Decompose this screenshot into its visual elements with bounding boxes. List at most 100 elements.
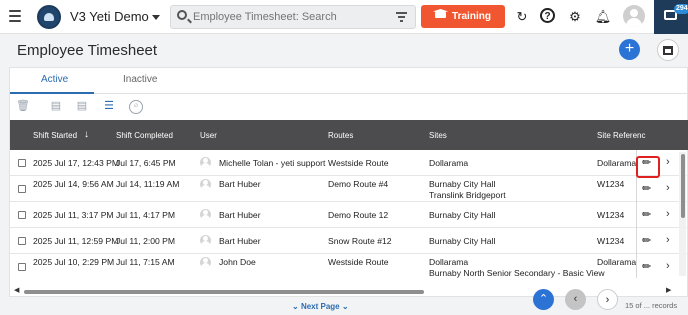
table-row[interactable]: 2025 Jul 10, 2:29 PM Jul 11, 7:15 AM Joh… — [10, 254, 688, 280]
next-page-button[interactable]: › — [597, 289, 618, 310]
timesheet-panel: Active Inactive 🗑︎ ▤ ▤ ☰ ∅ Shift Started… — [9, 67, 688, 297]
col-user[interactable]: User — [200, 131, 217, 140]
shift-started: 2025 Jul 11, 3:17 PM — [33, 210, 114, 220]
list-view-icon[interactable]: ☰ — [103, 100, 115, 113]
site-reference: W1234 — [597, 179, 625, 189]
site-reference: W1234 — [597, 210, 625, 220]
route: Demo Route 12 — [328, 210, 389, 220]
row-checkbox[interactable] — [18, 263, 26, 271]
document-settings-icon[interactable]: ▤ — [76, 100, 88, 113]
search-bar — [170, 5, 416, 29]
shift-started: 2025 Jul 14, 9:56 AM — [33, 179, 114, 189]
sort-arrow-down-icon[interactable]: ↓ — [84, 129, 89, 140]
top-bar: V3 Yeti Demo Training ↻ ? ⚙ 🔔︎ 294 — [0, 0, 688, 34]
pencil-icon[interactable]: ✏︎ — [642, 208, 651, 221]
avatar[interactable] — [623, 5, 645, 27]
site: Burnaby City Hall — [429, 210, 496, 220]
col-sites[interactable]: Sites — [429, 131, 447, 140]
pencil-icon[interactable]: ✏︎ — [642, 234, 651, 247]
training-label: Training — [452, 11, 491, 22]
shift-started: 2025 Jul 10, 2:29 PM — [33, 257, 115, 267]
menu-icon[interactable] — [9, 10, 21, 22]
filter-icon[interactable] — [396, 12, 407, 22]
search-input[interactable] — [193, 9, 389, 25]
previous-page-button[interactable]: ‹ — [565, 289, 586, 310]
table-row[interactable]: 2025 Jul 11, 12:59 PM Jul 11, 2:00 PM Ba… — [10, 228, 688, 254]
pencil-icon[interactable]: ✏︎ — [642, 260, 651, 273]
user-name: Bart Huber — [219, 210, 261, 220]
user-avatar-icon — [200, 235, 211, 246]
col-shift-completed[interactable]: Shift Completed — [116, 131, 173, 140]
user-name: Michelle Tolan - yeti support — [219, 158, 326, 168]
table-row[interactable]: 2025 Jul 14, 9:56 AM Jul 14, 11:19 AM Ba… — [10, 176, 688, 202]
training-button[interactable]: Training — [421, 5, 505, 28]
scroll-right-icon[interactable]: ▶ — [666, 286, 671, 294]
shift-started: 2025 Jul 17, 12:43 PM — [33, 158, 119, 168]
user-avatar-icon — [200, 257, 211, 268]
records-count: 15 of ... records — [625, 301, 678, 310]
site: Dollarama — [429, 158, 469, 168]
row-checkbox[interactable] — [18, 185, 26, 193]
tab-inactive[interactable]: Inactive — [123, 74, 157, 85]
route: Westside Route — [328, 158, 389, 168]
vertical-scrollbar-thumb[interactable] — [681, 154, 685, 218]
table-row[interactable]: 2025 Jul 11, 3:17 PM Jul 11, 4:17 PM Bar… — [10, 202, 688, 228]
help-icon[interactable]: ? — [540, 8, 555, 23]
shift-completed: Jul 11, 7:15 AM — [116, 257, 175, 267]
messages-button[interactable]: 294 — [654, 0, 688, 34]
edit-highlight-box — [636, 156, 660, 178]
shift-completed: Jul 14, 11:19 AM — [116, 179, 180, 189]
page-title: Employee Timesheet — [17, 42, 158, 59]
chevron-right-icon[interactable]: › — [666, 234, 670, 246]
scroll-left-icon[interactable]: ◀ — [14, 286, 19, 294]
visibility-off-icon[interactable]: ∅ — [129, 100, 143, 114]
chevron-right-icon[interactable]: › — [666, 156, 670, 168]
site-reference: Dollarama — [597, 158, 637, 168]
horizontal-scrollbar-thumb[interactable] — [24, 290, 424, 294]
row-checkbox[interactable] — [18, 211, 26, 219]
col-routes[interactable]: Routes — [328, 131, 353, 140]
calendar-icon — [663, 46, 673, 55]
next-page-link[interactable]: ⌄ Next Page ⌄ — [292, 302, 349, 311]
tab-bar: Active Inactive — [10, 68, 688, 94]
user-avatar-icon — [200, 179, 211, 190]
table-header: Shift Started ↓ Shift Completed User Rou… — [10, 120, 688, 150]
site-reference: Dollarama — [597, 257, 637, 267]
messages-badge: 294 — [674, 4, 688, 14]
route: Snow Route #12 — [328, 236, 392, 246]
pencil-icon[interactable]: ✏︎ — [642, 182, 651, 195]
chevron-right-icon[interactable]: › — [666, 260, 670, 272]
user-avatar-icon — [200, 209, 211, 220]
col-shift-started[interactable]: Shift Started — [33, 131, 77, 140]
shift-completed: Jul 11, 2:00 PM — [116, 236, 176, 246]
add-document-icon[interactable]: ▤ — [50, 100, 62, 113]
app-logo-icon[interactable] — [37, 5, 61, 29]
row-checkbox[interactable] — [18, 159, 26, 167]
user-name: John Doe — [219, 257, 256, 267]
shift-started: 2025 Jul 11, 12:59 PM — [33, 236, 119, 246]
add-button[interactable]: + — [619, 39, 640, 60]
gear-icon[interactable]: ⚙ — [566, 8, 584, 26]
chevron-right-icon[interactable]: › — [666, 182, 670, 194]
scroll-top-button[interactable]: ⌃ — [533, 289, 554, 310]
app-title[interactable]: V3 Yeti Demo — [70, 9, 149, 24]
chevron-down-icon[interactable] — [152, 15, 160, 20]
graduation-cap-icon — [435, 12, 447, 18]
col-site-reference[interactable]: Site Referenc — [597, 131, 645, 140]
calendar-button[interactable] — [657, 39, 679, 61]
tab-active[interactable]: Active — [41, 74, 68, 85]
next-page-label: Next Page — [300, 302, 340, 311]
site: Burnaby North Senior Secondary - Basic V… — [429, 268, 605, 278]
row-checkbox[interactable] — [18, 237, 26, 245]
refresh-icon[interactable]: ↻ — [513, 8, 531, 26]
chevron-right-icon[interactable]: › — [666, 208, 670, 220]
site: Burnaby City Hall — [429, 236, 496, 246]
bell-icon[interactable]: 🔔︎ — [594, 8, 612, 26]
shift-completed: Jul 11, 4:17 PM — [116, 210, 176, 220]
toolbar: 🗑︎ ▤ ▤ ☰ ∅ — [10, 95, 688, 119]
user-name: Bart Huber — [219, 179, 261, 189]
user-avatar-icon — [200, 157, 211, 168]
delete-icon[interactable]: 🗑︎ — [16, 100, 30, 113]
table-row[interactable]: 2025 Jul 17, 12:43 PM Jul 17, 6:45 PM Mi… — [10, 150, 688, 176]
user-name: Bart Huber — [219, 236, 261, 246]
